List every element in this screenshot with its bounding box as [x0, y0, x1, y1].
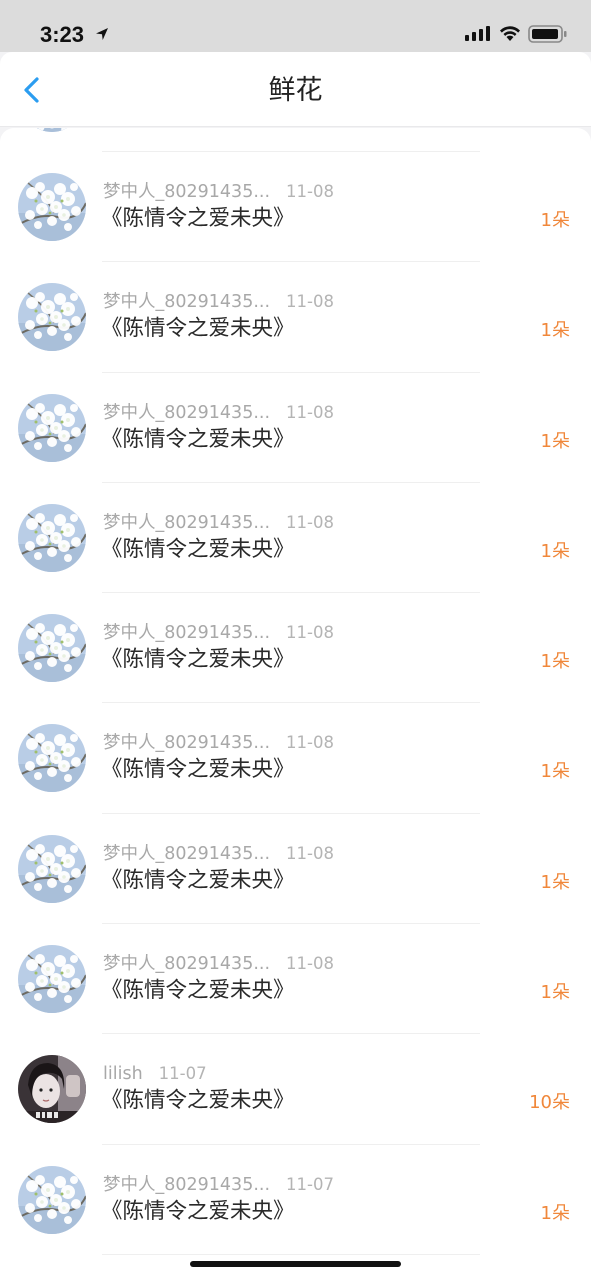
item-meta: lilish 11-07 [103, 1062, 207, 1086]
flower-count: 1朵 [540, 210, 570, 231]
user-name[interactable]: 梦中人_80291435... [103, 733, 270, 753]
work-title: 《陈情令之爱未央》 [101, 757, 295, 783]
user-name[interactable]: 梦中人_80291435... [103, 403, 270, 423]
user-name[interactable]: lilish [103, 1064, 143, 1084]
post-date: 11-07 [286, 1174, 334, 1194]
item-meta: 梦中人_80291435... 11-08 [103, 511, 334, 535]
work-title: 《陈情令之爱未央》 [101, 316, 295, 342]
work-title: 《陈情令之爱未央》 [101, 1198, 295, 1224]
item-meta: 梦中人_80291435... 11-08 [103, 842, 334, 866]
list-item[interactable]: 梦中人_80291435... 11-07 《陈情令之爱未央》 1朵 [0, 1145, 591, 1256]
work-title: 《陈情令之爱未央》 [101, 867, 295, 893]
battery-icon [528, 25, 567, 43]
post-date: 11-08 [286, 292, 334, 312]
nav-bar: 鲜花 [0, 52, 591, 126]
item-meta: 梦中人_80291435... 11-08 [103, 621, 334, 645]
avatar[interactable] [18, 283, 86, 351]
user-name[interactable]: 梦中人_80291435... [103, 513, 270, 533]
page-title: 鲜花 [268, 75, 323, 106]
work-title: 《陈情令之爱未央》 [101, 647, 295, 673]
location-arrow-icon [96, 28, 108, 40]
list-item[interactable]: 梦中人_80291435... 11-08 《陈情令之爱未央》 1朵 [0, 152, 591, 263]
user-name[interactable]: 梦中人_80291435... [103, 1175, 270, 1195]
cellular-signal-icon [465, 26, 490, 41]
item-meta: 梦中人_80291435... 11-08 [103, 290, 334, 314]
avatar[interactable] [18, 173, 86, 241]
flower-count: 1朵 [540, 651, 570, 673]
item-meta: 梦中人_80291435... 11-08 [103, 180, 334, 204]
avatar[interactable] [18, 945, 86, 1013]
flower-count: 1朵 [540, 430, 570, 452]
post-date: 11-08 [286, 843, 334, 863]
list-item[interactable]: 梦中人_80291435... 11-08 《陈情令之爱未央》 1朵 [0, 703, 591, 815]
post-date: 11-08 [286, 733, 334, 753]
list-item[interactable]: 梦中人_80291435... 11-08 《陈情令之爱未央》 1朵 [0, 814, 591, 925]
user-name[interactable]: 梦中人_80291435... [103, 292, 270, 312]
post-date: 11-07 [158, 1064, 207, 1084]
avatar[interactable] [18, 394, 86, 462]
wifi-icon [500, 26, 520, 41]
work-title: 《陈情令之爱未央》 [101, 206, 295, 231]
post-date: 11-08 [286, 623, 334, 643]
avatar[interactable] [18, 504, 86, 572]
flower-count: 10朵 [529, 1092, 570, 1114]
item-meta: 梦中人_80291435... 11-08 [103, 401, 334, 425]
user-name[interactable]: 梦中人_80291435... [103, 182, 270, 202]
avatar[interactable] [18, 835, 86, 903]
flower-list-panel: 梦中人_80291435... 11-08 《陈情令之爱未央》 1朵 梦中人_80291… [0, 128, 591, 1280]
user-name[interactable]: 梦中人_80291435... [103, 623, 270, 643]
user-name[interactable]: 梦中人_80291435... [103, 844, 270, 864]
list-item[interactable]: 梦中人_80291435... 11-08 《陈情令之爱未央》 1朵 [0, 483, 591, 594]
item-meta: 梦中人_80291435... 11-07 [103, 1173, 334, 1197]
flower-count: 1朵 [540, 761, 570, 783]
list-item[interactable]: 梦中人_80291435... 11-08 《陈情令之爱未央》 1朵 [0, 593, 591, 704]
flower-count: 1朵 [540, 320, 570, 342]
avatar[interactable] [18, 1055, 86, 1123]
user-name[interactable]: 梦中人_80291435... [103, 954, 270, 974]
flower-count: 1朵 [540, 1202, 570, 1224]
post-date: 11-08 [286, 954, 334, 974]
work-title: 《陈情令之爱未央》 [101, 1088, 295, 1114]
post-date: 11-08 [286, 182, 334, 201]
list-item[interactable]: 梦中人_80291435... 11-08 《陈情令之爱未央》 1朵 [0, 373, 591, 484]
status-bar: 3:23 [0, 0, 591, 52]
list-item[interactable]: lilish 11-07 《陈情令之爱未央》 10朵 [0, 1034, 591, 1145]
work-title: 《陈情令之爱未央》 [101, 978, 295, 1004]
status-time: 3:23 [40, 22, 85, 47]
post-date: 11-08 [286, 512, 334, 532]
work-title: 《陈情令之爱未央》 [101, 426, 295, 452]
item-meta: 梦中人_80291435... 11-08 [103, 952, 334, 976]
item-meta: 梦中人_80291435... 11-08 [103, 731, 334, 755]
list-item[interactable]: 梦中人_80291435... 11-08 《陈情令之爱未央》 1朵 [0, 924, 591, 1035]
avatar[interactable] [18, 724, 86, 792]
home-indicator [190, 1261, 401, 1267]
avatar[interactable] [18, 614, 86, 682]
flower-count: 1朵 [540, 540, 570, 562]
work-title: 《陈情令之爱未央》 [101, 536, 295, 562]
partial-avatar [26, 128, 78, 132]
flower-gift-list: 梦中人_80291435... 11-08 《陈情令之爱未央》 1朵 梦中人_80291… [0, 152, 591, 1256]
list-item[interactable]: 梦中人_80291435... 11-08 《陈情令之爱未央》 1朵 [0, 262, 591, 373]
avatar[interactable] [18, 1166, 86, 1234]
flower-count: 1朵 [540, 871, 570, 893]
post-date: 11-08 [286, 402, 334, 422]
flower-count: 1朵 [540, 982, 570, 1004]
